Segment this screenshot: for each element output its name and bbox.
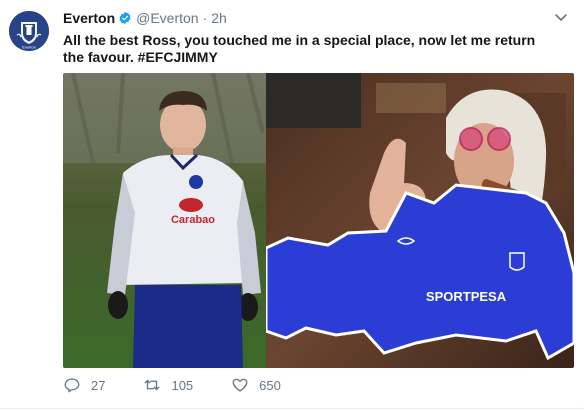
everton-crest-icon: Everton	[9, 11, 49, 51]
separator-dot: ·	[202, 10, 208, 26]
avatar-crest-text: Everton	[22, 45, 36, 50]
tweet-media[interactable]: Carabao SPORTPESA	[63, 73, 574, 368]
like-button[interactable]: 650	[231, 376, 281, 394]
reply-icon	[64, 378, 80, 393]
tweet-text: All the best Ross, you touched me in a s…	[63, 32, 536, 65]
retweet-count: 105	[171, 377, 194, 393]
reply-count: 27	[91, 377, 106, 393]
avatar[interactable]: Everton	[9, 11, 49, 51]
timestamp[interactable]: 2h	[211, 10, 227, 26]
heart-icon	[232, 378, 248, 392]
tweet-header: Everton @Everton · 2h	[63, 9, 227, 27]
retweet-icon	[145, 379, 160, 391]
display-name[interactable]: Everton	[63, 10, 115, 26]
handle[interactable]: @Everton	[136, 10, 198, 26]
chevron-down-icon[interactable]	[554, 10, 568, 24]
reply-button[interactable]: 27	[63, 376, 105, 394]
retweet-button[interactable]: 105	[143, 376, 193, 394]
like-count: 650	[259, 377, 281, 393]
media-photo-right[interactable]: SPORTPESA	[266, 73, 574, 368]
left-sponsor-text: Carabao	[171, 214, 215, 226]
right-sponsor-text: SPORTPESA	[426, 289, 507, 304]
verified-badge-icon	[118, 11, 132, 25]
action-bar: 27 105 650	[63, 374, 319, 396]
media-photo-left[interactable]: Carabao	[63, 73, 266, 368]
tweet-card[interactable]: Everton Everton @Everton · 2h All the be…	[0, 0, 584, 410]
divider	[0, 408, 584, 409]
